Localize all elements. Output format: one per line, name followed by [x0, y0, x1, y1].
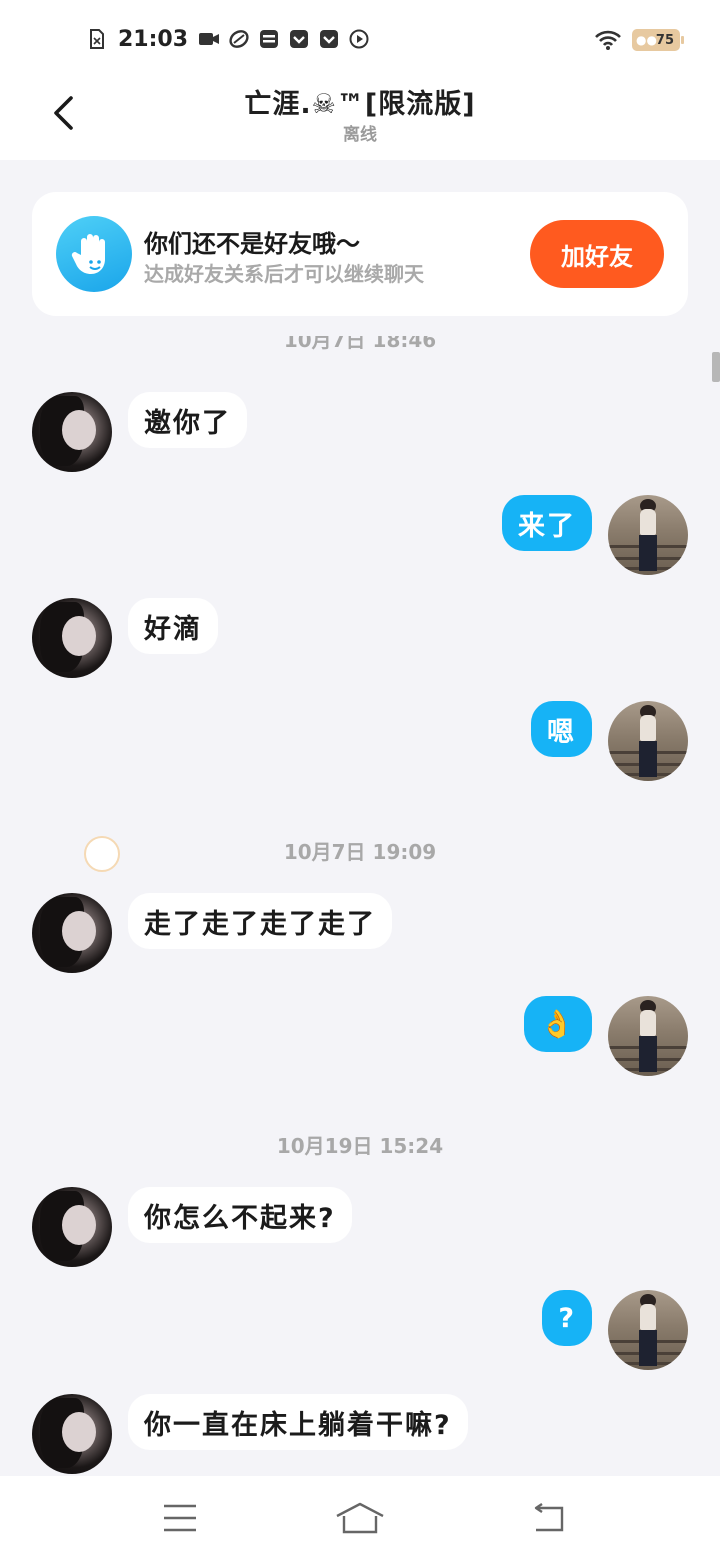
- scrollbar-thumb[interactable]: [712, 352, 720, 382]
- video-camera-icon: [198, 28, 220, 50]
- home-icon: [336, 1502, 384, 1534]
- message-bubble[interactable]: 走了走了走了走了: [128, 893, 392, 949]
- contact-status: 离线: [343, 125, 377, 145]
- message-bubble[interactable]: 你一直在床上躺着干嘛?: [128, 1394, 468, 1450]
- paw-icon: ●●: [636, 33, 657, 47]
- message-bubble[interactable]: 邀你了: [128, 392, 247, 448]
- contact-avatar[interactable]: [32, 598, 112, 678]
- status-right: ●● 75: [594, 26, 684, 54]
- sim-card-icon: [86, 28, 108, 50]
- message-bubble[interactable]: 嗯: [531, 701, 592, 757]
- message-bubble[interactable]: 👌: [524, 996, 592, 1052]
- my-avatar[interactable]: [608, 996, 688, 1076]
- battery-icon: ●● 75: [632, 29, 684, 51]
- add-friend-button[interactable]: 加好友: [530, 220, 664, 288]
- system-nav-bar: [0, 1476, 720, 1560]
- waving-hand-icon: [56, 216, 132, 292]
- play-icon: [348, 28, 370, 50]
- contact-avatar[interactable]: [32, 1394, 112, 1474]
- message-bubble[interactable]: 你怎么不起来?: [128, 1187, 352, 1243]
- message-bubble[interactable]: ?: [542, 1290, 592, 1346]
- contact-avatar[interactable]: [32, 893, 112, 973]
- return-button[interactable]: [518, 1494, 578, 1542]
- timestamp-text: 10月7日 18:46: [283, 336, 437, 352]
- contact-avatar[interactable]: [32, 1187, 112, 1267]
- my-avatar[interactable]: [608, 495, 688, 575]
- timestamp: 10月7日 18:46: [0, 336, 720, 358]
- card-subtitle: 达成好友关系后才可以继续聊天: [144, 262, 424, 286]
- card-icon: [258, 28, 280, 50]
- pocket-icon: [288, 28, 310, 50]
- message-bubble[interactable]: 来了: [502, 495, 592, 551]
- battery-cap: [681, 36, 684, 44]
- menu-button[interactable]: [150, 1494, 210, 1542]
- chat-header: 亡涯.☠™[限流版] 离线: [0, 78, 720, 160]
- status-bar: 21:03 ●● 75: [0, 0, 720, 78]
- contact-name: 亡涯.☠™[限流版]: [244, 89, 476, 120]
- wifi-icon: [594, 29, 622, 51]
- timestamp: 10月7日 19:09: [283, 840, 437, 864]
- friend-request-card: 你们还不是好友哦～ 达成好友关系后才可以继续聊天 加好友: [32, 192, 688, 316]
- return-icon: [534, 1503, 564, 1532]
- home-button[interactable]: [330, 1494, 390, 1542]
- pocket-icon: [318, 28, 340, 50]
- my-avatar[interactable]: [608, 1290, 688, 1370]
- contact-avatar[interactable]: [32, 392, 112, 472]
- status-left: 21:03: [86, 24, 370, 54]
- card-title: 你们还不是好友哦～: [144, 230, 360, 258]
- timestamp: 10月19日 15:24: [276, 1134, 444, 1158]
- menu-icon: [164, 1504, 196, 1532]
- my-avatar[interactable]: [608, 701, 688, 781]
- battery-level: 75: [655, 32, 674, 48]
- message-bubble[interactable]: 好滴: [128, 598, 218, 654]
- link-icon: [228, 28, 250, 50]
- clock-time: 21:03: [118, 26, 189, 52]
